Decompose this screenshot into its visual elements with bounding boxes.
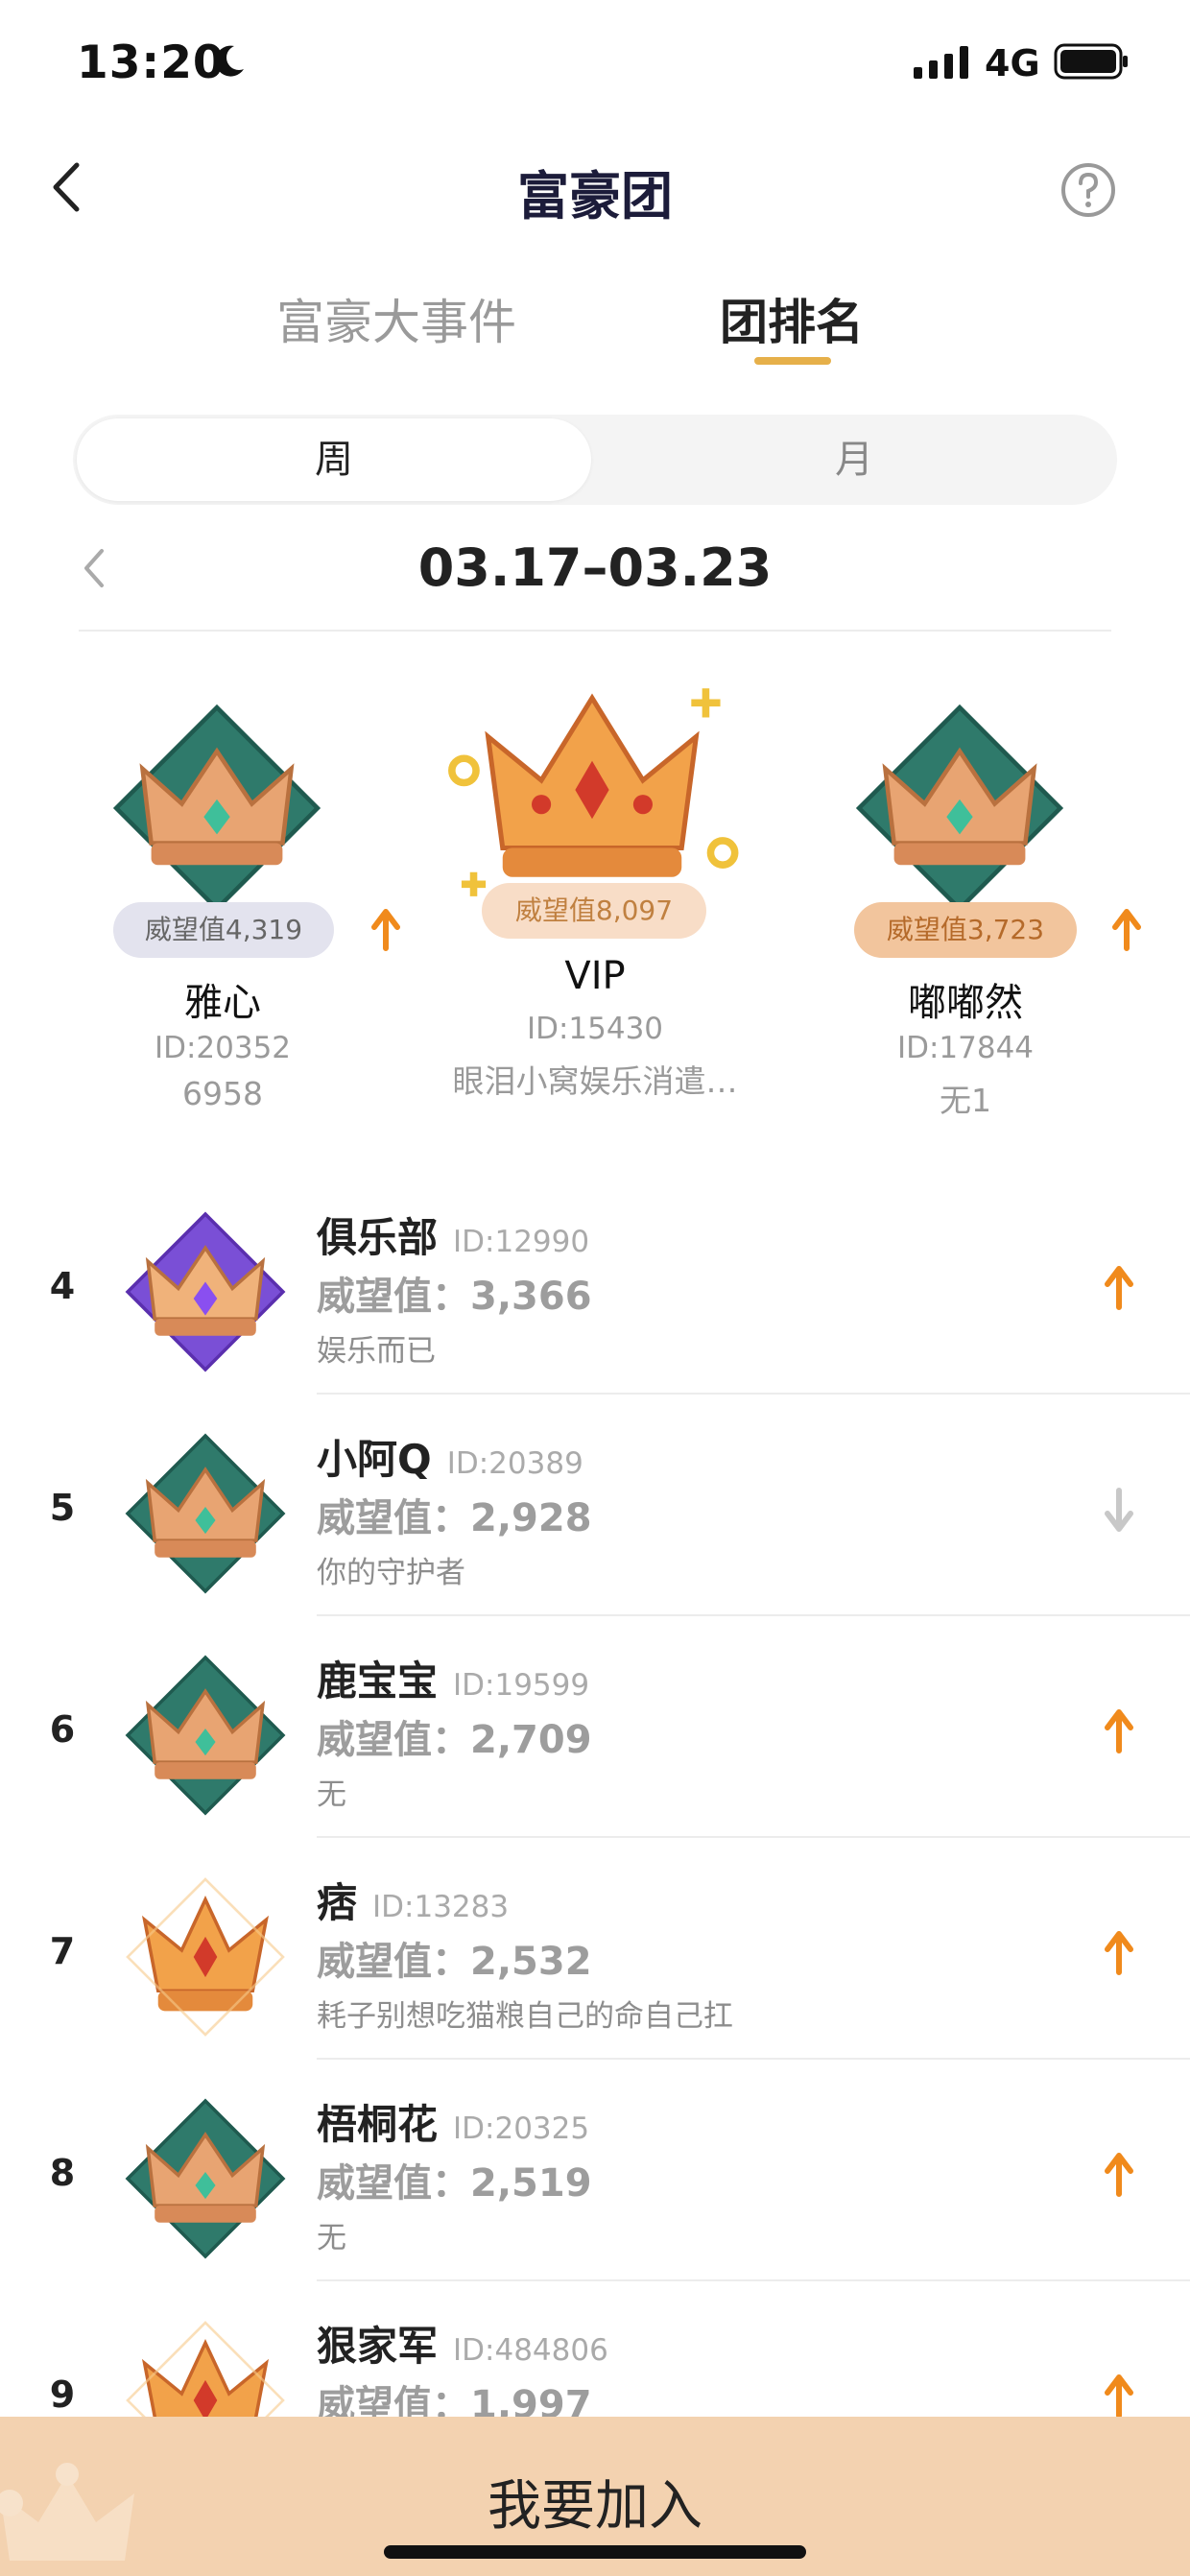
rank-number: 7	[49, 1930, 76, 1972]
group-desc: 耗子别想吃猫粮自己的命自己扛	[317, 1999, 733, 2034]
group-score: 威望值：2,519	[317, 2161, 592, 2206]
crown-badge-icon	[125, 2098, 286, 2259]
group-name: 俱乐部	[317, 1214, 439, 1261]
group-name: 鹿宝宝	[317, 1658, 439, 1705]
arrow-up-icon	[1105, 1931, 1133, 1975]
group-name: 梧桐花	[317, 2101, 439, 2148]
podium-id: ID:17844	[896, 1031, 1035, 1065]
period-month-button[interactable]: 月	[595, 418, 1113, 501]
podium-score: 威望值8,097	[482, 883, 706, 939]
row-name-line: 俱乐部 ID:12990	[317, 1205, 589, 1264]
arrow-up-icon	[1105, 2153, 1133, 2197]
period-switch: 周 月	[73, 415, 1117, 505]
ranking-row[interactable]: 8 梧桐花 ID:20325 威望值：2,519 无	[0, 2060, 1190, 2281]
date-range: 03.17–03.23	[417, 537, 773, 598]
podium-name: VIP	[564, 954, 626, 998]
group-name: 小阿Q	[317, 1436, 432, 1483]
crown-badge-icon	[855, 704, 1064, 913]
status-bar: 13:20 4G	[0, 0, 1190, 130]
group-id: ID:12990	[453, 1225, 590, 1259]
row-name-line: 鹿宝宝 ID:19599	[317, 1649, 589, 1707]
top-tabs: 富豪大事件 团排名	[0, 284, 1190, 380]
join-button-label: 我要加入	[488, 2475, 702, 2538]
crown-badge-icon	[125, 1211, 286, 1372]
period-week-button[interactable]: 周	[77, 418, 591, 501]
rank-number: 6	[49, 1708, 76, 1751]
crown-badge-icon	[448, 688, 739, 896]
status-time: 13:20	[77, 36, 226, 89]
moon-icon	[215, 45, 244, 77]
rank-number: 9	[49, 2373, 76, 2416]
group-desc: 无	[317, 2221, 346, 2255]
group-id: ID:20389	[446, 1446, 583, 1481]
group-id: ID:13283	[372, 1890, 510, 1924]
group-id: ID:19599	[453, 1668, 590, 1703]
arrow-up-icon	[1112, 909, 1141, 951]
group-id: ID:484806	[453, 2333, 608, 2368]
ranking-row[interactable]: 4 俱乐部 ID:12990 威望值：3,366 娱乐而已	[0, 1173, 1190, 1395]
arrow-up-icon	[1105, 1709, 1133, 1753]
crown-badge-icon	[125, 1433, 286, 1594]
podium-name: 雅心	[184, 981, 261, 1025]
podium-score: 威望值4,319	[113, 902, 334, 958]
group-desc: 娱乐而已	[317, 1334, 436, 1369]
group-score: 威望值：2,928	[317, 1496, 592, 1540]
tab-group-ranking[interactable]: 团排名	[720, 284, 864, 353]
arrow-up-icon	[371, 909, 400, 951]
group-score: 威望值：2,532	[317, 1940, 592, 1984]
row-name-line: 狠家军 ID:484806	[317, 2314, 608, 2373]
divider	[79, 630, 1111, 632]
crown-badge-icon	[112, 704, 321, 913]
join-button[interactable]: 我要加入	[0, 2417, 1190, 2576]
active-tab-indicator	[754, 357, 831, 365]
home-indicator	[384, 2545, 806, 2559]
group-name: 痞	[317, 1879, 358, 1926]
crown-badge-icon	[126, 1877, 285, 2037]
podium-name: 嘟嘟然	[908, 981, 1023, 1025]
crown-badge-icon	[125, 1655, 286, 1816]
battery-icon	[1054, 43, 1128, 80]
signal-icon	[914, 46, 968, 79]
group-score: 威望值：2,709	[317, 1718, 592, 1762]
arrow-down-icon	[1105, 1488, 1133, 1532]
ranking-row[interactable]: 7 痞 ID:13283 威望值：2,532 耗子别想吃猫粮自己的命自己扛	[0, 1838, 1190, 2060]
row-name-line: 痞 ID:13283	[317, 1871, 509, 1929]
podium-id: ID:15430	[526, 1012, 664, 1046]
tab-big-events[interactable]: 富豪大事件	[276, 284, 516, 353]
rank-number: 8	[49, 2152, 76, 2194]
arrow-up-icon	[1105, 2374, 1133, 2419]
group-desc: 你的守护者	[317, 1556, 465, 1590]
row-name-line: 梧桐花 ID:20325	[317, 2092, 589, 2151]
podium-desc: 无1	[940, 1082, 991, 1119]
row-name-line: 小阿Q ID:20389	[317, 1427, 583, 1486]
podium-id: ID:20352	[154, 1031, 292, 1065]
group-id: ID:20325	[453, 2111, 590, 2146]
podium-desc: 眼泪小窝娱乐消遣…	[452, 1062, 738, 1100]
group-score: 威望值：3,366	[317, 1275, 592, 1319]
group-desc: 无	[317, 1777, 346, 1812]
arrow-up-icon	[1105, 1266, 1133, 1310]
help-icon[interactable]	[1059, 161, 1117, 219]
ranking-row[interactable]: 5 小阿Q ID:20389 威望值：2,928 你的守护者	[0, 1395, 1190, 1616]
rank-number: 5	[49, 1487, 76, 1529]
group-name: 狠家军	[317, 2323, 439, 2370]
rank-number: 4	[49, 1265, 76, 1307]
page-title: 富豪团	[517, 166, 673, 227]
podium-desc: 6958	[182, 1075, 263, 1112]
network-type: 4G	[985, 42, 1040, 84]
podium-score: 威望值3,723	[854, 902, 1077, 958]
ranking-row[interactable]: 6 鹿宝宝 ID:19599 威望值：2,709 无	[0, 1616, 1190, 1838]
